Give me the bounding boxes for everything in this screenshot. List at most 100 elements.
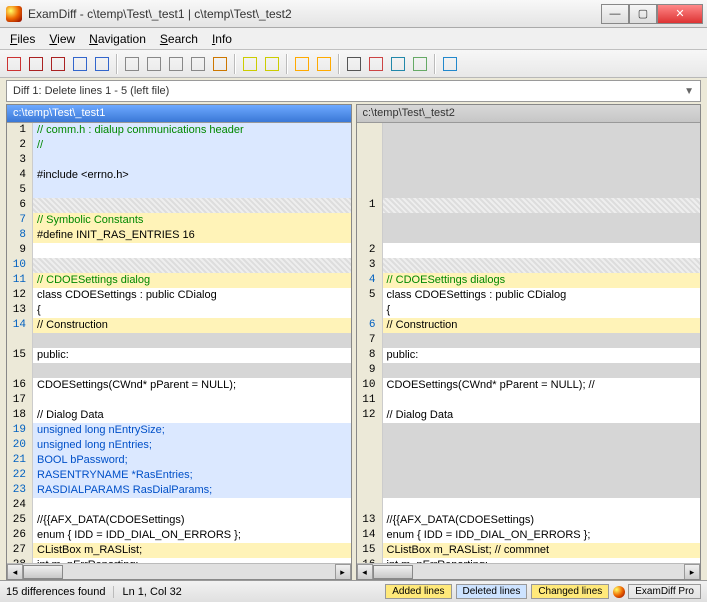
code-row[interactable] <box>357 138 701 153</box>
code-row[interactable]: 16 CDOESettings(CWnd* pParent = NULL); <box>7 378 351 393</box>
code-row[interactable]: 7 <box>357 333 701 348</box>
code-row[interactable]: 15 CListBox m_RASList; // commnet <box>357 543 701 558</box>
menu-view[interactable]: View <box>49 32 75 46</box>
code-row[interactable]: 25 //{{AFX_DATA(CDOESettings) <box>7 513 351 528</box>
code-row[interactable]: 2// <box>7 138 351 153</box>
code-row[interactable]: 2 <box>357 243 701 258</box>
left-h-scrollbar[interactable]: ◂ ▸ <box>7 563 351 579</box>
code-row[interactable] <box>7 333 351 348</box>
binoc-icon[interactable] <box>344 54 364 74</box>
panel1-icon[interactable] <box>122 54 142 74</box>
scroll-right-icon[interactable]: ▸ <box>335 564 351 580</box>
line-text: CListBox m_RASList; // commnet <box>383 543 701 558</box>
star1-icon[interactable] <box>292 54 312 74</box>
code-row[interactable]: 11// CDOESettings dialog <box>7 273 351 288</box>
code-row[interactable]: 1 <box>357 198 701 213</box>
scroll-left-icon[interactable]: ◂ <box>7 564 23 580</box>
right-pane-header[interactable]: c:\temp\Test\_test2 <box>357 105 701 123</box>
panel2-icon[interactable] <box>144 54 164 74</box>
code-row[interactable]: 8#define INIT_RAS_ENTRIES 16 <box>7 228 351 243</box>
diff-selector[interactable]: Diff 1: Delete lines 1 - 5 (left file) ▼ <box>6 80 701 102</box>
line-number: 10 <box>7 258 33 273</box>
cherry2-icon[interactable] <box>48 54 68 74</box>
code-row[interactable]: 23 RASDIALPARAMS RasDialParams; <box>7 483 351 498</box>
cube-icon[interactable] <box>366 54 386 74</box>
right-h-scrollbar[interactable]: ◂ ▸ <box>357 563 701 579</box>
code-row[interactable]: 14 enum { IDD = IDD_DIAL_ON_ERRORS }; <box>357 528 701 543</box>
code-row[interactable]: 1// comm.h : dialup communications heade… <box>7 123 351 138</box>
code-row[interactable]: 4#include <errno.h> <box>7 168 351 183</box>
code-row[interactable]: 18// Dialog Data <box>7 408 351 423</box>
code-row[interactable]: 27 CListBox m_RASList; <box>7 543 351 558</box>
code-row[interactable]: 3 <box>7 153 351 168</box>
code-row[interactable]: 16 int m_nErrReporting; <box>357 558 701 563</box>
code-row[interactable]: 17 <box>7 393 351 408</box>
up-icon[interactable] <box>240 54 260 74</box>
code-row[interactable] <box>357 168 701 183</box>
code-row[interactable]: 5 <box>7 183 351 198</box>
panel5-icon[interactable] <box>210 54 230 74</box>
code-row[interactable] <box>357 483 701 498</box>
code-row[interactable]: 14// Construction <box>7 318 351 333</box>
panel4-icon[interactable] <box>188 54 208 74</box>
maximize-button[interactable]: ▢ <box>629 4 657 24</box>
code-row[interactable]: 12// Dialog Data <box>357 408 701 423</box>
code-row[interactable] <box>357 213 701 228</box>
code-row[interactable] <box>357 438 701 453</box>
code-row[interactable]: 19 unsigned long nEntrySize; <box>7 423 351 438</box>
code-row[interactable]: 9 <box>7 243 351 258</box>
arrows-icon[interactable] <box>388 54 408 74</box>
panel3-icon[interactable] <box>166 54 186 74</box>
code-row[interactable]: 15public: <box>7 348 351 363</box>
code-row[interactable] <box>357 453 701 468</box>
code-row[interactable]: 10 CDOESettings(CWnd* pParent = NULL); /… <box>357 378 701 393</box>
star2-icon[interactable] <box>314 54 334 74</box>
code-row[interactable] <box>7 363 351 378</box>
help-icon[interactable] <box>440 54 460 74</box>
code-row[interactable]: 7// Symbolic Constants <box>7 213 351 228</box>
apple-icon[interactable] <box>4 54 24 74</box>
code-row[interactable]: 9 <box>357 363 701 378</box>
menu-search[interactable]: Search <box>160 32 198 46</box>
code-row[interactable]: 21 BOOL bPassword; <box>7 453 351 468</box>
minimize-button[interactable]: — <box>601 4 629 24</box>
code-row[interactable]: 4// CDOESettings dialogs <box>357 273 701 288</box>
code-row[interactable]: 22 RASENTRYNAME *RasEntries; <box>7 468 351 483</box>
code-row[interactable] <box>357 153 701 168</box>
code-row[interactable] <box>357 183 701 198</box>
code-row[interactable] <box>357 498 701 513</box>
menu-navigation[interactable]: Navigation <box>89 32 146 46</box>
code-row[interactable]: 24 <box>7 498 351 513</box>
save2-icon[interactable] <box>92 54 112 74</box>
code-row[interactable] <box>357 468 701 483</box>
scroll-left-icon[interactable]: ◂ <box>357 564 373 580</box>
left-code-area[interactable]: 1// comm.h : dialup communications heade… <box>7 123 351 563</box>
code-row[interactable]: 6 // Construction <box>357 318 701 333</box>
scroll-right-icon[interactable]: ▸ <box>684 564 700 580</box>
right-code-area[interactable]: 1 234// CDOESettings dialogs5class CDOES… <box>357 123 701 563</box>
save1-icon[interactable] <box>70 54 90 74</box>
down-icon[interactable] <box>262 54 282 74</box>
code-row[interactable] <box>357 423 701 438</box>
code-row[interactable]: 12class CDOESettings : public CDialog <box>7 288 351 303</box>
code-row[interactable] <box>357 123 701 138</box>
sheet-icon[interactable] <box>410 54 430 74</box>
code-row[interactable]: { <box>357 303 701 318</box>
left-pane-header[interactable]: c:\temp\Test\_test1 <box>7 105 351 123</box>
close-button[interactable]: ✕ <box>657 4 703 24</box>
code-row[interactable]: 8public: <box>357 348 701 363</box>
cherry1-icon[interactable] <box>26 54 46 74</box>
code-row[interactable]: 5class CDOESettings : public CDialog <box>357 288 701 303</box>
code-row[interactable]: 26 enum { IDD = IDD_DIAL_ON_ERRORS }; <box>7 528 351 543</box>
code-row[interactable]: 20 unsigned long nEntries; <box>7 438 351 453</box>
menu-info[interactable]: Info <box>212 32 232 46</box>
code-row[interactable]: 10 <box>7 258 351 273</box>
code-row[interactable] <box>357 228 701 243</box>
code-row[interactable]: 28 int m_nErrReporting; <box>7 558 351 563</box>
code-row[interactable]: 13 //{{AFX_DATA(CDOESettings) <box>357 513 701 528</box>
code-row[interactable]: 6 <box>7 198 351 213</box>
code-row[interactable]: 3 <box>357 258 701 273</box>
code-row[interactable]: 11 <box>357 393 701 408</box>
code-row[interactable]: 13{ <box>7 303 351 318</box>
menu-files[interactable]: Files <box>10 32 35 46</box>
